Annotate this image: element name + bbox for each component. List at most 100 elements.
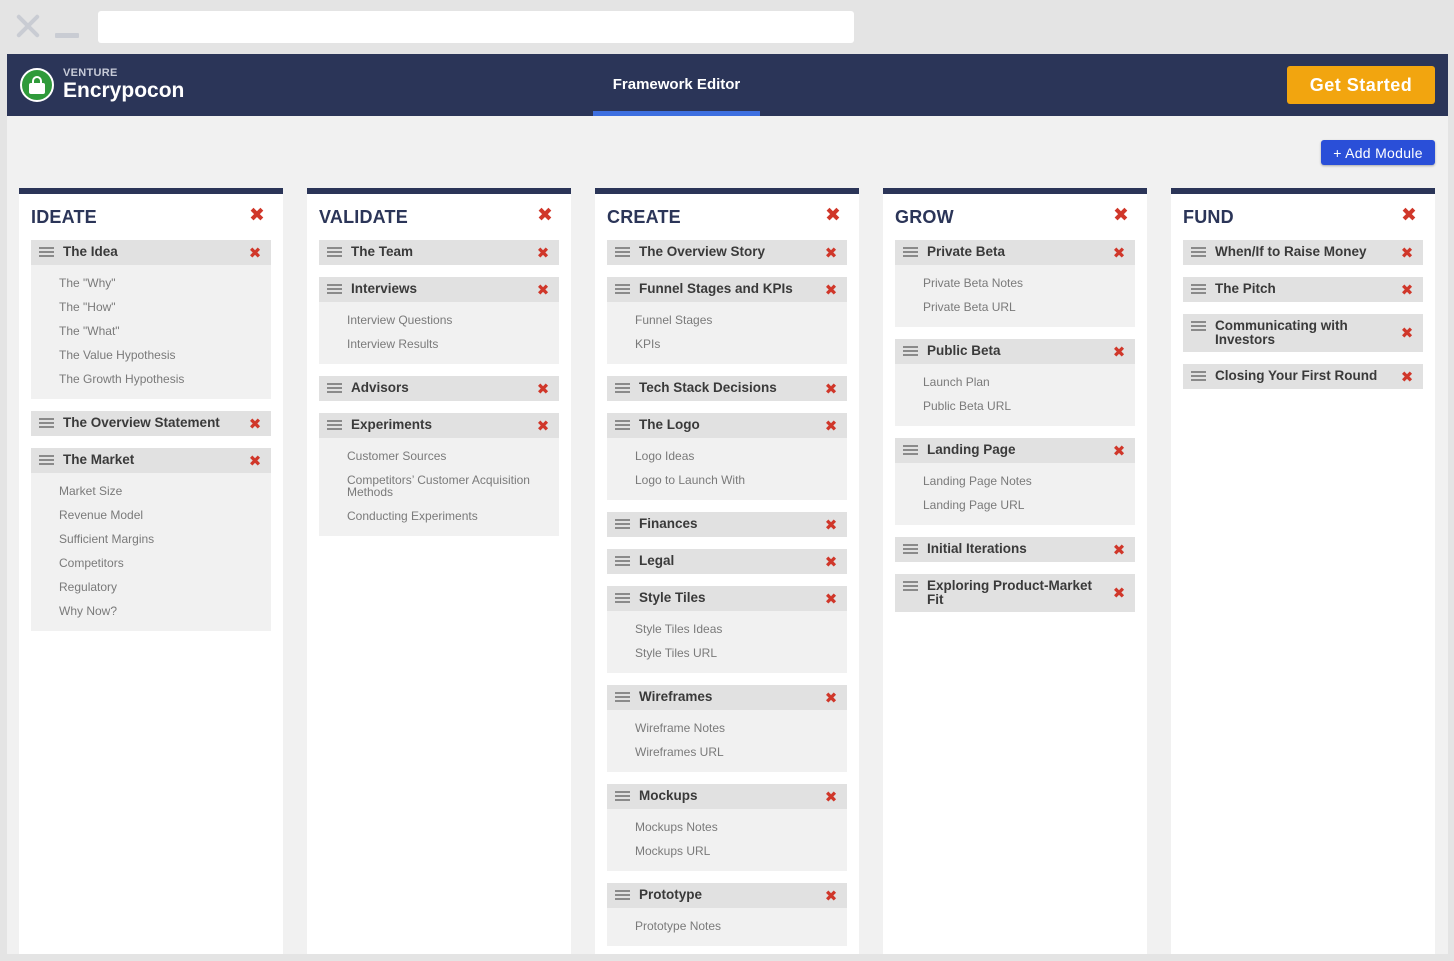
module-item[interactable]: Wireframes URL [635, 740, 847, 764]
module-item[interactable]: The "Why" [59, 271, 271, 295]
module-item[interactable]: Competitors’ Customer Acquisition Method… [347, 468, 559, 504]
module-item[interactable]: The "What" [59, 319, 271, 343]
module-card[interactable]: The Logo ✖ Logo Ideas Logo to Launch With [607, 413, 847, 500]
module-header[interactable]: Interviews ✖ [319, 277, 559, 302]
close-icon[interactable]: ✖ [823, 516, 839, 534]
drag-handle-icon[interactable] [615, 556, 630, 566]
module-item[interactable]: The "How" [59, 295, 271, 319]
close-icon[interactable]: ✖ [1111, 541, 1127, 559]
close-icon[interactable]: ✖ [247, 205, 267, 225]
module-item[interactable]: KPIs [635, 332, 847, 356]
module-card[interactable]: When/If to Raise Money ✖ [1183, 240, 1423, 265]
module-header[interactable]: Style Tiles ✖ [607, 586, 847, 611]
module-item[interactable]: Style Tiles Ideas [635, 617, 847, 641]
drag-handle-icon[interactable] [615, 420, 630, 430]
module-header[interactable]: The Team ✖ [319, 240, 559, 265]
drag-handle-icon[interactable] [327, 383, 342, 393]
close-icon[interactable]: ✖ [1399, 244, 1415, 262]
module-header[interactable]: Private Beta ✖ [895, 240, 1135, 265]
module-card[interactable]: The Market ✖ Market Size Revenue Model Suffi… [31, 448, 271, 631]
module-card[interactable]: The Pitch ✖ [1183, 277, 1423, 302]
drag-handle-icon[interactable] [615, 692, 630, 702]
module-header[interactable]: The Market ✖ [31, 448, 271, 473]
module-item[interactable]: The Growth Hypothesis [59, 367, 271, 391]
module-item[interactable]: Public Beta URL [923, 394, 1135, 418]
module-item[interactable]: Mockups Notes [635, 815, 847, 839]
module-item[interactable]: The Value Hypothesis [59, 343, 271, 367]
module-header[interactable]: The Overview Statement ✖ [31, 411, 271, 436]
close-icon[interactable]: ✖ [823, 590, 839, 608]
close-icon[interactable]: ✖ [823, 281, 839, 299]
drag-handle-icon[interactable] [615, 791, 630, 801]
drag-handle-icon[interactable] [615, 890, 630, 900]
drag-handle-icon[interactable] [903, 544, 918, 554]
module-card[interactable]: Initial Iterations ✖ [895, 537, 1135, 562]
brand-name[interactable]: Encrypocon [63, 79, 184, 103]
module-card[interactable]: The Overview Statement ✖ [31, 411, 271, 436]
drag-handle-icon[interactable] [1191, 321, 1206, 331]
drag-handle-icon[interactable] [1191, 284, 1206, 294]
module-header[interactable]: Prototype ✖ [607, 883, 847, 908]
close-icon[interactable]: ✖ [1111, 584, 1127, 602]
module-card[interactable]: Finances ✖ [607, 512, 847, 537]
drag-handle-icon[interactable] [903, 247, 918, 257]
module-card[interactable]: Tech Stack Decisions ✖ [607, 376, 847, 401]
module-item[interactable]: Revenue Model [59, 503, 271, 527]
close-icon[interactable]: ✖ [823, 553, 839, 571]
module-item[interactable]: Funnel Stages [635, 308, 847, 332]
drag-handle-icon[interactable] [1191, 247, 1206, 257]
close-icon[interactable]: ✖ [535, 244, 551, 262]
module-card[interactable]: Wireframes ✖ Wireframe Notes Wireframes URL [607, 685, 847, 772]
close-icon[interactable]: ✖ [535, 205, 555, 225]
module-header[interactable]: Funnel Stages and KPIs ✖ [607, 277, 847, 302]
module-item[interactable]: Style Tiles URL [635, 641, 847, 665]
module-card[interactable]: The Idea ✖ The "Why" The "How" The "What" The… [31, 240, 271, 399]
close-icon[interactable]: ✖ [823, 689, 839, 707]
close-icon[interactable]: ✖ [823, 788, 839, 806]
close-icon[interactable]: ✖ [823, 244, 839, 262]
close-icon[interactable]: ✖ [247, 244, 263, 262]
module-item[interactable]: Private Beta URL [923, 295, 1135, 319]
module-header[interactable]: The Pitch ✖ [1183, 277, 1423, 302]
tab-framework-editor[interactable]: Framework Editor [593, 54, 760, 116]
module-header[interactable]: The Idea ✖ [31, 240, 271, 265]
drag-handle-icon[interactable] [39, 455, 54, 465]
module-item[interactable]: Regulatory [59, 575, 271, 599]
module-item[interactable]: Interview Results [347, 332, 559, 356]
close-icon[interactable]: ✖ [1399, 205, 1419, 225]
module-header[interactable]: Mockups ✖ [607, 784, 847, 809]
module-item[interactable]: Private Beta Notes [923, 271, 1135, 295]
module-header[interactable]: The Overview Story ✖ [607, 240, 847, 265]
module-header[interactable]: Public Beta ✖ [895, 339, 1135, 364]
window-minimize-icon[interactable] [55, 33, 79, 38]
close-icon[interactable]: ✖ [1399, 324, 1415, 342]
close-icon[interactable]: ✖ [1111, 343, 1127, 361]
module-item[interactable]: Customer Sources [347, 444, 559, 468]
module-card[interactable]: Public Beta ✖ Launch Plan Public Beta URL [895, 339, 1135, 426]
module-item[interactable]: Mockups URL [635, 839, 847, 863]
module-header[interactable]: Legal ✖ [607, 549, 847, 574]
module-header[interactable]: Experiments ✖ [319, 413, 559, 438]
drag-handle-icon[interactable] [327, 284, 342, 294]
module-header[interactable]: Landing Page ✖ [895, 438, 1135, 463]
drag-handle-icon[interactable] [903, 581, 918, 591]
close-icon[interactable]: ✖ [823, 887, 839, 905]
drag-handle-icon[interactable] [327, 247, 342, 257]
module-item[interactable]: Conducting Experiments [347, 504, 559, 528]
drag-handle-icon[interactable] [903, 445, 918, 455]
module-item[interactable]: Competitors [59, 551, 271, 575]
add-module-button[interactable]: + Add Module [1321, 140, 1435, 165]
drag-handle-icon[interactable] [615, 247, 630, 257]
module-item[interactable]: Market Size [59, 479, 271, 503]
module-header[interactable]: Initial Iterations ✖ [895, 537, 1135, 562]
module-item[interactable]: Landing Page URL [923, 493, 1135, 517]
module-header[interactable]: Tech Stack Decisions ✖ [607, 376, 847, 401]
close-icon[interactable]: ✖ [535, 417, 551, 435]
module-item[interactable]: Logo Ideas [635, 444, 847, 468]
module-card[interactable]: Prototype ✖ Prototype Notes [607, 883, 847, 946]
get-started-button[interactable]: Get Started [1287, 66, 1435, 104]
module-item[interactable]: Prototype Notes [635, 914, 847, 938]
module-card[interactable]: Style Tiles ✖ Style Tiles Ideas Style Tiles… [607, 586, 847, 673]
module-item[interactable]: Logo to Launch With [635, 468, 847, 492]
address-bar[interactable] [98, 11, 854, 43]
